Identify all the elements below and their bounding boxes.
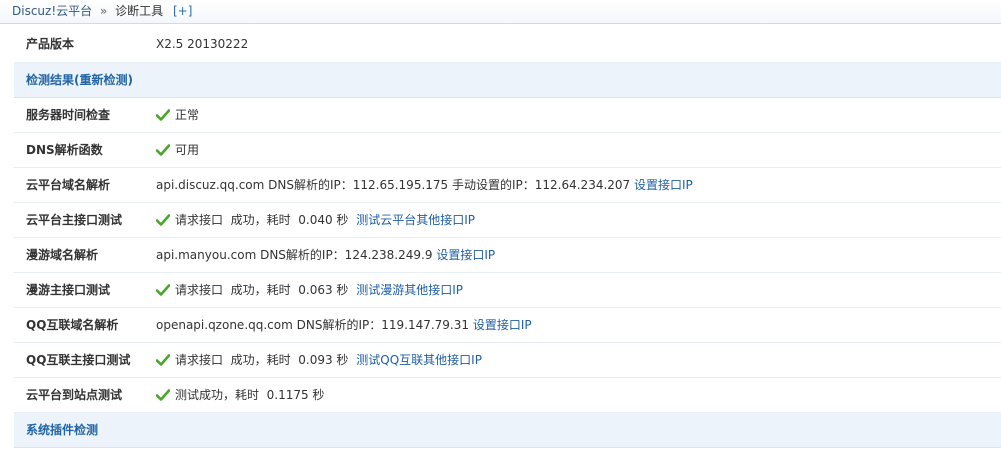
row-value: 可用 (156, 133, 199, 168)
table-row-site-test: 云平台到站点测试 测试成功，耗时 0.1175 秒 (14, 378, 1001, 413)
breadcrumb-separator: » (99, 4, 108, 18)
diagnostic-table: 产品版本 X2.5 20130222 检测结果(重新检测) 服务器时间检查 正常… (14, 27, 1001, 448)
dns-result-text: api.manyou.com DNS解析的IP：124.238.249.9 (156, 248, 433, 262)
test-qq-other-ip-link[interactable]: 测试QQ互联其他接口IP (356, 353, 482, 367)
set-interface-ip-link[interactable]: 设置接口IP (436, 248, 495, 262)
row-value: 请求接口 成功，耗时 0.040 秒 测试云平台其他接口IP (156, 203, 475, 238)
row-value: api.manyou.com DNS解析的IP：124.238.249.9 设置… (156, 238, 495, 273)
table-row-qq-domain: QQ互联域名解析 openapi.qzone.qq.com DNS解析的IP：1… (14, 308, 1001, 343)
page: Discuz!云平台 » 诊断工具 [+] 产品版本 X2.5 20130222… (0, 0, 1001, 468)
row-label: 漫游主接口测试 (26, 283, 111, 297)
test-cloud-other-ip-link[interactable]: 测试云平台其他接口IP (356, 213, 475, 227)
checkmark-icon (156, 354, 170, 366)
row-value: 测试成功，耗时 0.1175 秒 (156, 378, 324, 413)
checkmark-icon (156, 284, 170, 296)
row-label: 服务器时间检查 (26, 108, 111, 122)
table-row-dns-function: DNS解析函数 可用 (14, 133, 1001, 168)
result-text: 请求接口 成功，耗时 0.093 秒 (175, 353, 349, 367)
checkmark-icon (156, 214, 170, 226)
checkmark-icon (156, 389, 170, 401)
set-interface-ip-link[interactable]: 设置接口IP (634, 178, 693, 192)
breadcrumb-current: 诊断工具 (115, 4, 164, 18)
checkmark-icon (156, 109, 170, 121)
section-header-results: 检测结果(重新检测) (14, 63, 1001, 98)
set-interface-ip-link[interactable]: 设置接口IP (473, 318, 532, 332)
row-label: DNS解析函数 (26, 143, 103, 157)
table-row-server-time: 服务器时间检查 正常 (14, 98, 1001, 133)
row-label: 漫游域名解析 (26, 248, 99, 262)
result-text: 测试成功，耗时 0.1175 秒 (175, 388, 325, 402)
result-text: 请求接口 成功，耗时 0.063 秒 (175, 283, 349, 297)
table-row-manyou-domain: 漫游域名解析 api.manyou.com DNS解析的IP：124.238.2… (14, 238, 1001, 273)
section-title-results[interactable]: 检测结果(重新检测) (26, 63, 133, 98)
add-shortcut-link[interactable]: [+] (173, 4, 192, 18)
table-row-manyou-main-interface: 漫游主接口测试 请求接口 成功，耗时 0.063 秒 测试漫游其他接口IP (14, 273, 1001, 308)
row-label: 产品版本 (26, 37, 75, 51)
row-label: QQ互联域名解析 (26, 318, 119, 332)
result-text: 请求接口 成功，耗时 0.040 秒 (175, 213, 349, 227)
test-manyou-other-ip-link[interactable]: 测试漫游其他接口IP (356, 283, 463, 297)
row-value: openapi.qzone.qq.com DNS解析的IP：119.147.79… (156, 308, 532, 343)
table-row-qq-main-interface: QQ互联主接口测试 请求接口 成功，耗时 0.093 秒 测试QQ互联其他接口I… (14, 343, 1001, 378)
section-header-plugins: 系统插件检测 (14, 413, 1001, 448)
row-label: 云平台到站点测试 (26, 388, 123, 402)
row-value: 请求接口 成功，耗时 0.063 秒 测试漫游其他接口IP (156, 273, 463, 308)
table-row-cloud-domain: 云平台域名解析 api.discuz.qq.com DNS解析的IP：112.6… (14, 168, 1001, 203)
row-label: 云平台域名解析 (26, 178, 111, 192)
section-title-plugins: 系统插件检测 (26, 423, 99, 437)
row-value: 请求接口 成功，耗时 0.093 秒 测试QQ互联其他接口IP (156, 343, 482, 378)
checkmark-icon (156, 144, 170, 156)
row-label: QQ互联主接口测试 (26, 353, 131, 367)
row-value: 正常 (156, 98, 199, 133)
row-label: 云平台主接口测试 (26, 213, 123, 227)
row-value: api.discuz.qq.com DNS解析的IP：112.65.195.17… (156, 168, 693, 203)
breadcrumb-root-link[interactable]: Discuz!云平台 (12, 4, 92, 18)
dns-result-text: api.discuz.qq.com DNS解析的IP：112.65.195.17… (156, 178, 631, 192)
table-row-cloud-main-interface: 云平台主接口测试 请求接口 成功，耗时 0.040 秒 测试云平台其他接口IP (14, 203, 1001, 238)
status-text: 正常 (175, 108, 200, 122)
table-row-product-version: 产品版本 X2.5 20130222 (14, 27, 1001, 63)
status-text: 可用 (175, 143, 200, 157)
product-version-value: X2.5 20130222 (156, 37, 249, 51)
breadcrumb: Discuz!云平台 » 诊断工具 [+] (0, 0, 1001, 24)
dns-result-text: openapi.qzone.qq.com DNS解析的IP：119.147.79… (156, 318, 470, 332)
